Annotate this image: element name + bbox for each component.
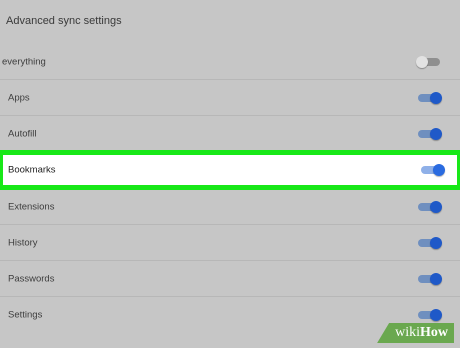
row-label: Extensions: [8, 201, 55, 213]
row-bookmarks[interactable]: Bookmarks: [3, 155, 457, 185]
row-label: everything: [2, 56, 46, 68]
passwords-toggle[interactable]: [418, 273, 442, 285]
toggle-knob: [430, 92, 442, 104]
row-label: Autofill: [8, 128, 37, 140]
row-label: Passwords: [8, 273, 55, 285]
settings-toggle[interactable]: [418, 309, 442, 321]
row-extensions[interactable]: Extensions: [0, 189, 460, 225]
row-autofill[interactable]: Autofill: [0, 116, 460, 152]
toggle-knob: [430, 201, 442, 213]
toggle-knob: [433, 164, 445, 176]
row-label: Apps: [8, 92, 30, 104]
toggle-knob: [430, 273, 442, 285]
row-apps[interactable]: Apps: [0, 80, 460, 116]
row-label: Settings: [8, 309, 43, 321]
row-bookmarks-highlighted[interactable]: Bookmarks: [0, 150, 460, 190]
row-label: Bookmarks: [8, 164, 56, 176]
bookmarks-toggle[interactable]: [421, 164, 445, 176]
watermark-how: How: [420, 325, 448, 340]
extensions-toggle[interactable]: [418, 201, 442, 213]
autofill-toggle[interactable]: [418, 128, 442, 140]
sync-settings-page: Advanced sync settings everything Apps A…: [0, 0, 460, 348]
row-history[interactable]: History: [0, 225, 460, 261]
sync-everything-toggle[interactable]: [416, 56, 440, 68]
row-passwords[interactable]: Passwords: [0, 261, 460, 297]
toggle-knob: [430, 237, 442, 249]
history-toggle[interactable]: [418, 237, 442, 249]
watermark-wiki: wiki: [395, 325, 420, 340]
toggle-knob: [430, 128, 442, 140]
page-title: Advanced sync settings: [6, 15, 122, 27]
row-sync-everything[interactable]: everything: [0, 44, 460, 80]
toggle-knob: [430, 309, 442, 321]
wikihow-watermark-logo: wikiHow: [377, 323, 454, 343]
toggle-knob: [416, 56, 428, 68]
apps-toggle[interactable]: [418, 92, 442, 104]
row-label: History: [8, 237, 38, 249]
